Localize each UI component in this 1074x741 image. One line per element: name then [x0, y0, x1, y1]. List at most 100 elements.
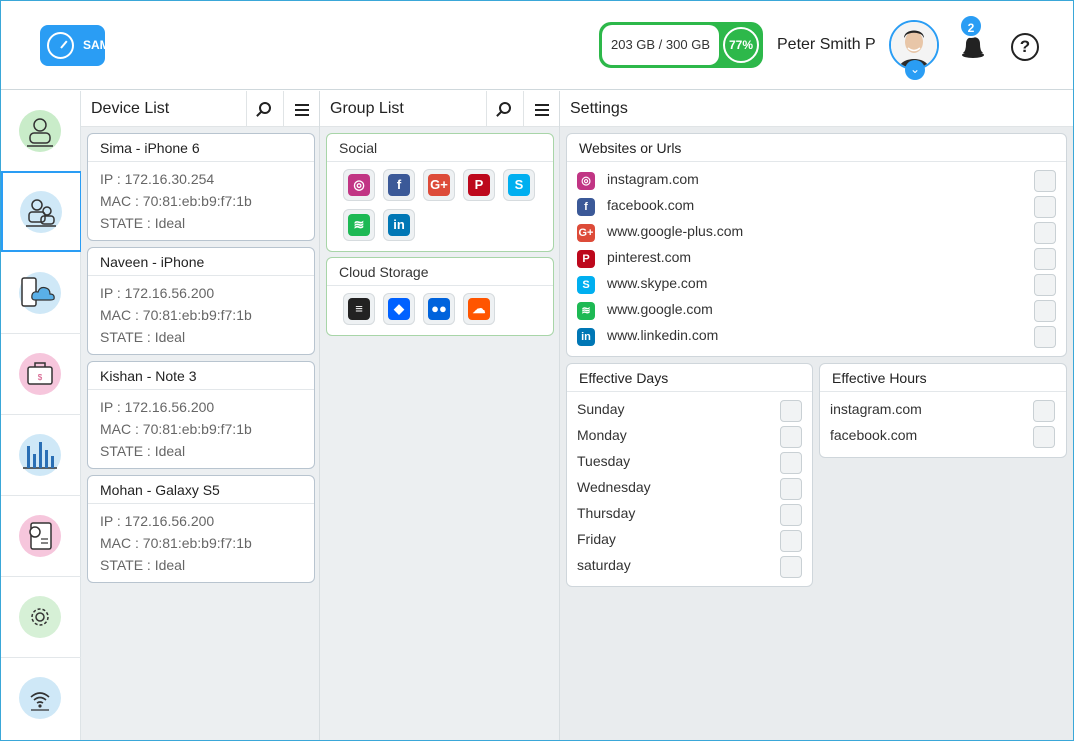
day-row: Tuesday [567, 450, 812, 476]
flickr-glyph: ●● [428, 298, 450, 320]
day-label: Sunday [577, 401, 625, 417]
menu-icon [295, 103, 309, 116]
user-icon [19, 110, 61, 152]
sidebar: $ [1, 91, 82, 740]
effective-days-card: Effective Days Sunday Monday Tuesday Wednes… [566, 363, 813, 587]
website-row: ◎ instagram.com [567, 168, 1066, 194]
sidebar-item-config[interactable] [1, 496, 81, 577]
website-checkbox[interactable] [1034, 222, 1056, 244]
pinterest-icon[interactable]: P [463, 169, 495, 201]
group-search-button[interactable] [486, 91, 523, 127]
bar-chart-icon [19, 434, 61, 476]
device-menu-button[interactable] [283, 91, 320, 127]
skype-glyph: S [508, 174, 530, 196]
website-label: instagram.com [607, 171, 699, 187]
device-name: Sima - iPhone 6 [88, 134, 314, 162]
flickr-icon[interactable]: ●● [423, 293, 455, 325]
website-label: www.google.com [607, 301, 713, 317]
group-cloud-storage[interactable]: Cloud Storage ≡ ◆ ●● ☁ [326, 257, 554, 336]
sidebar-item-settings[interactable] [1, 577, 81, 658]
settings-header: Settings [560, 91, 1073, 127]
skype-icon[interactable]: S [503, 169, 535, 201]
day-checkbox[interactable] [780, 452, 802, 474]
instagram-icon: ◎ [577, 172, 595, 190]
device-ip: IP : 172.16.30.254 [100, 171, 215, 187]
group-social[interactable]: Social ◎ f G+ P S ≋ in [326, 133, 554, 252]
effective-hours-title: Effective Hours [820, 364, 1066, 392]
notification-badge[interactable]: 2 [959, 14, 983, 38]
sidebar-item-users[interactable] [1, 171, 82, 252]
group-menu-button[interactable] [523, 91, 560, 127]
website-row: Swww.skype.com [567, 272, 1066, 298]
svg-text:$: $ [38, 373, 43, 382]
website-checkbox[interactable] [1034, 196, 1056, 218]
linkedin-icon: in [577, 328, 595, 346]
instagram-icon[interactable]: ◎ [343, 169, 375, 201]
device-card[interactable]: Mohan - Galaxy S5 IP : 172.16.56.200 MAC :… [87, 475, 315, 583]
instagram-glyph: ◎ [348, 174, 370, 196]
device-state: STATE : Ideal [100, 329, 186, 345]
device-details: IP : 172.16.56.200 MAC : 70:81:eb:b9:f7:1… [88, 276, 314, 348]
hour-checkbox[interactable] [1033, 400, 1055, 422]
device-state: STATE : Ideal [100, 443, 186, 459]
day-checkbox[interactable] [780, 400, 802, 422]
day-checkbox[interactable] [780, 478, 802, 500]
linkedin-icon[interactable]: in [383, 209, 415, 241]
day-checkbox[interactable] [780, 556, 802, 578]
soundcloud-glyph: ☁ [468, 298, 490, 320]
hour-row: facebook.com [820, 424, 1066, 450]
skype-icon: S [577, 276, 595, 294]
device-search-button[interactable] [246, 91, 283, 127]
website-row: G+ www.google-plus.com [567, 220, 1066, 246]
effective-hours-card: Effective Hours instagram.com facebook.co… [819, 363, 1067, 458]
sidebar-item-device-cloud[interactable] [1, 253, 81, 334]
soundcloud-icon[interactable]: ☁ [463, 293, 495, 325]
buffer-glyph: ≡ [348, 298, 370, 320]
website-checkbox[interactable] [1034, 248, 1056, 270]
website-checkbox[interactable] [1034, 300, 1056, 322]
device-name: Naveen - iPhone [88, 248, 314, 276]
website-checkbox[interactable] [1034, 274, 1056, 296]
help-icon[interactable]: ? [1011, 33, 1039, 61]
websites-title: Websites or Urls [567, 134, 1066, 162]
google-plus-icon[interactable]: G+ [423, 169, 455, 201]
device-card[interactable]: Naveen - iPhone IP : 172.16.56.200 MAC : 7… [87, 247, 315, 355]
group-social-title: Social [327, 134, 553, 162]
day-label: Wednesday [577, 479, 651, 495]
dropbox-icon[interactable]: ◆ [383, 293, 415, 325]
website-row: in www.linkedin.com [567, 324, 1066, 350]
sidebar-item-reports[interactable] [1, 415, 81, 496]
hour-row: instagram.com [820, 398, 1066, 424]
day-checkbox[interactable] [780, 426, 802, 448]
users-icon [20, 191, 62, 233]
hour-checkbox[interactable] [1033, 426, 1055, 448]
day-checkbox[interactable] [780, 504, 802, 526]
hour-label: facebook.com [830, 427, 918, 443]
device-name: Kishan - Note 3 [88, 362, 314, 390]
device-mac: MAC : 70:81:eb:b9:f7:1b [100, 193, 252, 209]
website-checkbox[interactable] [1034, 326, 1056, 348]
chevron-down-icon[interactable]: ⌄ [905, 60, 925, 80]
username[interactable]: Peter Smith P [777, 36, 876, 54]
device-list-title: Device List [91, 100, 170, 117]
website-label: www.skype.com [607, 275, 708, 291]
speedometer-icon [47, 32, 74, 59]
website-row: ≋ www.google.com [567, 298, 1066, 324]
sidebar-item-wifi[interactable] [1, 658, 81, 739]
logo-text: SAMPLE [83, 38, 134, 52]
device-list-panel: Device List Sima - iPhone 6 IP : 172.16.3… [81, 91, 320, 740]
facebook-icon[interactable]: f [383, 169, 415, 201]
linkedin-glyph: in [388, 214, 410, 236]
device-name: Mohan - Galaxy S5 [88, 476, 314, 504]
day-row: Friday [567, 528, 812, 554]
day-checkbox[interactable] [780, 530, 802, 552]
device-card[interactable]: Sima - iPhone 6 IP : 172.16.30.254 MAC : 7… [87, 133, 315, 241]
group-list-title: Group List [330, 100, 404, 117]
website-checkbox[interactable] [1034, 170, 1056, 192]
device-card[interactable]: Kishan - Note 3 IP : 172.16.56.200 MAC : 7… [87, 361, 315, 469]
sidebar-item-briefcase[interactable]: $ [1, 334, 81, 415]
buffer-icon[interactable]: ≡ [343, 293, 375, 325]
spotify-icon[interactable]: ≋ [343, 209, 375, 241]
sidebar-item-user[interactable] [1, 91, 81, 172]
day-label: Thursday [577, 505, 636, 521]
